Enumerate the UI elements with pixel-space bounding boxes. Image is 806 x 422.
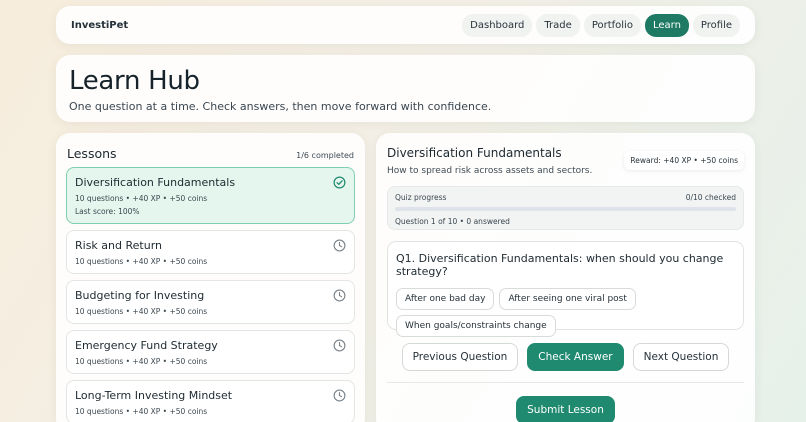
page-subtitle: One question at a time. Check answers, t… (69, 100, 492, 113)
question-card: Q1. Diversification Fundamentals: when s… (387, 241, 744, 337)
lesson-meta: 10 questions • +40 XP • +50 coins (75, 257, 208, 266)
lesson-item-diversification[interactable]: Diversification Fundamentals 10 question… (66, 167, 355, 224)
submit-lesson-button[interactable]: Submit Lesson (516, 396, 615, 422)
clock-icon (333, 389, 346, 402)
nav-item-dashboard[interactable]: Dashboard (462, 13, 533, 37)
progress-count: 0/10 checked (685, 193, 736, 202)
nav-item-portfolio[interactable]: Portfolio (583, 13, 641, 37)
clock-icon (333, 339, 346, 352)
answer-option[interactable]: After one bad day (396, 288, 495, 310)
hero-panel: Learn Hub One question at a time. Check … (56, 55, 755, 122)
nav-items: Dashboard Trade Portfolio Learn Profile (462, 13, 740, 37)
lesson-item-budgeting[interactable]: Budgeting for Investing 10 questions • +… (66, 280, 355, 324)
quiz-panel: Diversification Fundamentals How to spre… (376, 133, 755, 422)
answer-options: After one bad day After seeing one viral… (396, 288, 646, 337)
lesson-meta: 10 questions • +40 XP • +50 coins (75, 194, 208, 203)
previous-question-button[interactable]: Previous Question (401, 343, 519, 371)
lessons-header: Lessons 1/6 completed (66, 146, 355, 161)
lesson-meta: 10 questions • +40 XP • +50 coins (75, 407, 208, 416)
divider (387, 382, 744, 383)
answer-option[interactable]: When goals/constraints change (396, 315, 556, 337)
top-nav: InvestiPet Dashboard Trade Portfolio Lea… (56, 6, 755, 44)
question-text: Q1. Diversification Fundamentals: when s… (396, 252, 724, 278)
quiz-actions: Previous Question Check Answer Next Ques… (387, 343, 744, 371)
lessons-completed-count: 1/6 completed (296, 151, 354, 160)
lesson-title: Budgeting for Investing (75, 289, 205, 302)
check-answer-button[interactable]: Check Answer (527, 343, 624, 371)
lesson-title: Emergency Fund Strategy (75, 339, 218, 352)
nav-item-profile[interactable]: Profile (692, 13, 740, 37)
check-circle-icon (333, 176, 346, 189)
nav-item-trade[interactable]: Trade (536, 13, 580, 37)
clock-icon (333, 289, 346, 302)
lesson-last-score: Last score: 100% (75, 207, 140, 216)
page-title: Learn Hub (69, 66, 200, 96)
clock-icon (333, 239, 346, 252)
brand-logo[interactable]: InvestiPet (71, 20, 128, 31)
next-question-button[interactable]: Next Question (632, 343, 730, 371)
lesson-item-long-term[interactable]: Long-Term Investing Mindset 10 questions… (66, 380, 355, 422)
answer-option[interactable]: After seeing one viral post (499, 288, 636, 310)
lesson-title: Long-Term Investing Mindset (75, 389, 233, 402)
quiz-progress: Quiz progress 0/10 checked Question 1 of… (387, 186, 744, 230)
lesson-meta: 10 questions • +40 XP • +50 coins (75, 307, 208, 316)
lesson-meta: 10 questions • +40 XP • +50 coins (75, 357, 208, 366)
progress-bar (395, 207, 736, 211)
nav-item-learn[interactable]: Learn (644, 13, 689, 37)
lessons-heading: Lessons (67, 146, 117, 161)
progress-label: Quiz progress (395, 193, 447, 202)
lesson-title: Risk and Return (75, 239, 162, 252)
lessons-panel: Lessons 1/6 completed Diversification Fu… (56, 133, 365, 422)
lesson-item-emergency-fund[interactable]: Emergency Fund Strategy 10 questions • +… (66, 330, 355, 374)
progress-status: Question 1 of 10 • 0 answered (395, 217, 510, 226)
reward-badge: Reward: +40 XP • +50 coins (624, 151, 744, 170)
lesson-title: Diversification Fundamentals (75, 176, 236, 189)
lesson-item-risk-return[interactable]: Risk and Return 10 questions • +40 XP • … (66, 230, 355, 274)
